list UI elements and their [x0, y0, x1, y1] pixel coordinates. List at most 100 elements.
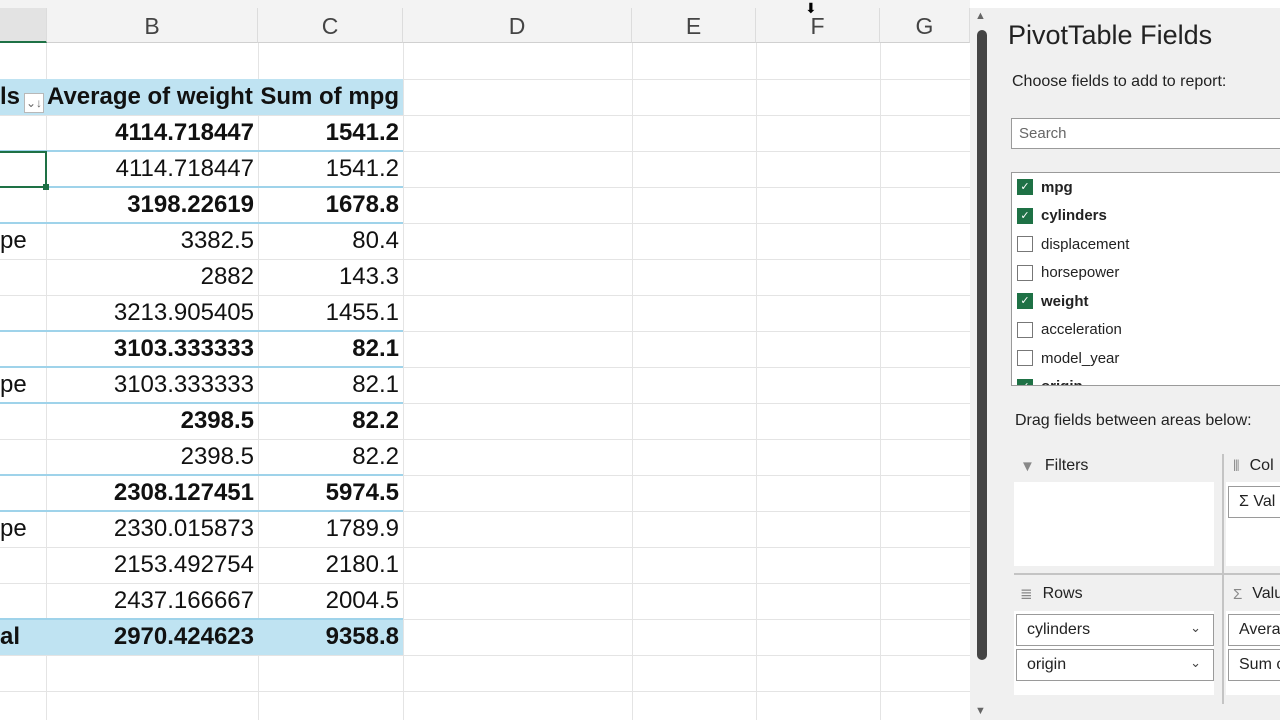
column-header-c[interactable]: C [258, 8, 403, 43]
pivot-cell-label[interactable] [0, 439, 46, 475]
pivot-cell-mpg[interactable]: 5974.5 [258, 475, 403, 511]
field-label: mpg [1041, 178, 1073, 196]
pivot-cell-label[interactable] [0, 295, 46, 331]
field-label: origin [1041, 378, 1083, 385]
pivot-cell-label[interactable]: pe [0, 223, 46, 259]
pivot-cell-mpg[interactable]: 2004.5 [258, 583, 403, 619]
pivot-cell-avg[interactable]: 2153.492754 [47, 547, 258, 583]
pivot-cell-avg[interactable]: 3198.22619 [47, 187, 258, 223]
field-item-displacement[interactable]: displacement [1017, 231, 1129, 257]
values-item-sum-mpg[interactable]: Sum c [1228, 649, 1280, 681]
checkbox[interactable] [1017, 236, 1033, 252]
top-strip [0, 0, 970, 8]
row-labels-header: ls [0, 83, 21, 110]
checkbox[interactable] [1017, 350, 1033, 366]
selected-cell[interactable] [0, 151, 49, 190]
rows-icon: ≣ [1020, 586, 1033, 603]
pivot-cell-mpg[interactable]: 1678.8 [258, 187, 403, 223]
pivot-cell-label[interactable]: pe [0, 367, 46, 403]
field-list[interactable]: ✓ mpg ✓ cylinders displacement horsepower ✓ wei… [1011, 172, 1280, 386]
scroll-up-icon[interactable]: ▲ [975, 10, 986, 22]
pivot-cell-label[interactable] [0, 259, 46, 295]
pivot-cell-avg[interactable]: 3103.333333 [47, 367, 258, 403]
pivot-cell-mpg[interactable]: 143.3 [258, 259, 403, 295]
checkbox[interactable]: ✓ [1017, 378, 1033, 385]
pivot-cell-mpg[interactable]: 2180.1 [258, 547, 403, 583]
area-divider-vertical [1222, 454, 1224, 704]
field-item-cylinders[interactable]: ✓ cylinders [1017, 203, 1107, 229]
pivot-cell-avg[interactable]: 3213.905405 [47, 295, 258, 331]
field-label: displacement [1041, 235, 1130, 253]
gridline-horizontal [0, 655, 970, 656]
pivot-cell-mpg[interactable]: 80.4 [258, 223, 403, 259]
field-item-model_year[interactable]: model_year [1017, 345, 1119, 371]
drag-instructions: Drag fields between areas below: [1015, 412, 1252, 429]
pivot-cell-avg[interactable]: 2308.127451 [47, 475, 258, 511]
field-item-horsepower[interactable]: horsepower [1017, 260, 1119, 286]
pivot-cell-mpg[interactable]: 1541.2 [258, 151, 403, 187]
column-header-d[interactable]: D [403, 8, 632, 43]
avg-weight-header: Average of weight [47, 83, 253, 110]
pivot-cell-mpg[interactable]: 82.2 [258, 403, 403, 439]
column-header-a[interactable] [0, 8, 47, 43]
field-item-acceleration[interactable]: acceleration [1017, 317, 1122, 343]
pivot-cell-mpg[interactable]: 1789.9 [258, 511, 403, 547]
pivot-cell-label[interactable] [0, 475, 46, 511]
chevron-down-icon[interactable]: ⌄ [1190, 620, 1201, 636]
pivot-cell-avg[interactable]: 4114.718447 [47, 151, 258, 187]
scroll-down-icon[interactable]: ▼ [975, 705, 986, 717]
grand-total-label: al [0, 623, 21, 650]
pivot-cell-mpg[interactable]: 1541.2 [258, 115, 403, 151]
pivot-cell-label[interactable] [0, 331, 46, 367]
checkbox[interactable] [1017, 264, 1033, 281]
field-item-mpg[interactable]: ✓ mpg [1017, 174, 1073, 200]
values-item-average-weight[interactable]: Averag [1228, 614, 1280, 646]
column-header-f[interactable]: F [756, 8, 880, 43]
pivot-cell-mpg[interactable]: 82.2 [258, 439, 403, 475]
pivot-cell-avg[interactable]: 3382.5 [47, 223, 258, 259]
pivot-cell-avg[interactable]: 2398.5 [47, 439, 258, 475]
checkbox[interactable] [1017, 321, 1033, 338]
column-header-g[interactable]: G [880, 8, 970, 43]
checkbox[interactable]: ✓ [1017, 293, 1033, 309]
pane-title: PivotTable Fields [1008, 20, 1213, 50]
field-label: acceleration [1041, 321, 1122, 338]
pivot-cell-mpg[interactable]: 82.1 [258, 367, 403, 403]
rows-item-origin[interactable]: origin ⌄ [1016, 649, 1214, 681]
pivot-cell-avg[interactable]: 2398.5 [47, 403, 258, 439]
pivot-cell-label[interactable]: pe [0, 511, 46, 547]
sigma-icon: Σ [1233, 585, 1243, 603]
vertical-scrollbar[interactable]: ▲ ▼ [970, 8, 992, 720]
pivot-cell-mpg[interactable]: 82.1 [258, 331, 403, 367]
pivot-cell-avg[interactable]: 3103.333333 [47, 331, 258, 367]
values-area-label: Σ Valu [1233, 585, 1280, 603]
scroll-thumb[interactable] [977, 30, 987, 660]
rows-item-cylinders[interactable]: cylinders ⌄ [1016, 614, 1214, 646]
pivot-cell-label[interactable] [0, 547, 46, 583]
filter-dropdown-icon[interactable]: ⌄↓ [24, 93, 44, 113]
field-label: model_year [1041, 349, 1120, 367]
column-header-e[interactable]: E [632, 8, 756, 43]
pivot-cell-avg[interactable]: 2437.166667 [47, 583, 258, 619]
pivot-cell-avg[interactable]: 4114.718447 [47, 115, 258, 151]
checkbox[interactable]: ✓ [1017, 207, 1033, 224]
pivot-cell-avg[interactable]: 2882 [47, 259, 258, 295]
checkbox[interactable]: ✓ [1017, 179, 1033, 195]
columns-icon: ⦀ [1233, 457, 1240, 475]
pivot-cell-label[interactable] [0, 115, 46, 151]
filters-drop-zone[interactable] [1014, 482, 1214, 566]
pivot-cell-label[interactable] [0, 403, 46, 439]
columns-item-values[interactable]: Σ Val [1228, 486, 1280, 518]
field-item-weight[interactable]: ✓ weight [1017, 288, 1089, 314]
rows-label: Rows [1042, 585, 1083, 602]
field-item-origin[interactable]: ✓ origin [1017, 374, 1083, 385]
sum-mpg-header: Sum of mpg [260, 83, 399, 110]
pivot-cell-mpg[interactable]: 1455.1 [258, 295, 403, 331]
pivot-cell-label[interactable] [0, 583, 46, 619]
column-header-b[interactable]: B [47, 8, 258, 43]
field-search-input[interactable]: Search [1011, 118, 1280, 149]
chevron-down-icon[interactable]: ⌄ [1190, 655, 1201, 671]
pivot-cell-avg[interactable]: 2330.015873 [47, 511, 258, 547]
filter-icon: ▼ [1020, 457, 1035, 475]
pivot-cell-label[interactable] [0, 187, 46, 223]
